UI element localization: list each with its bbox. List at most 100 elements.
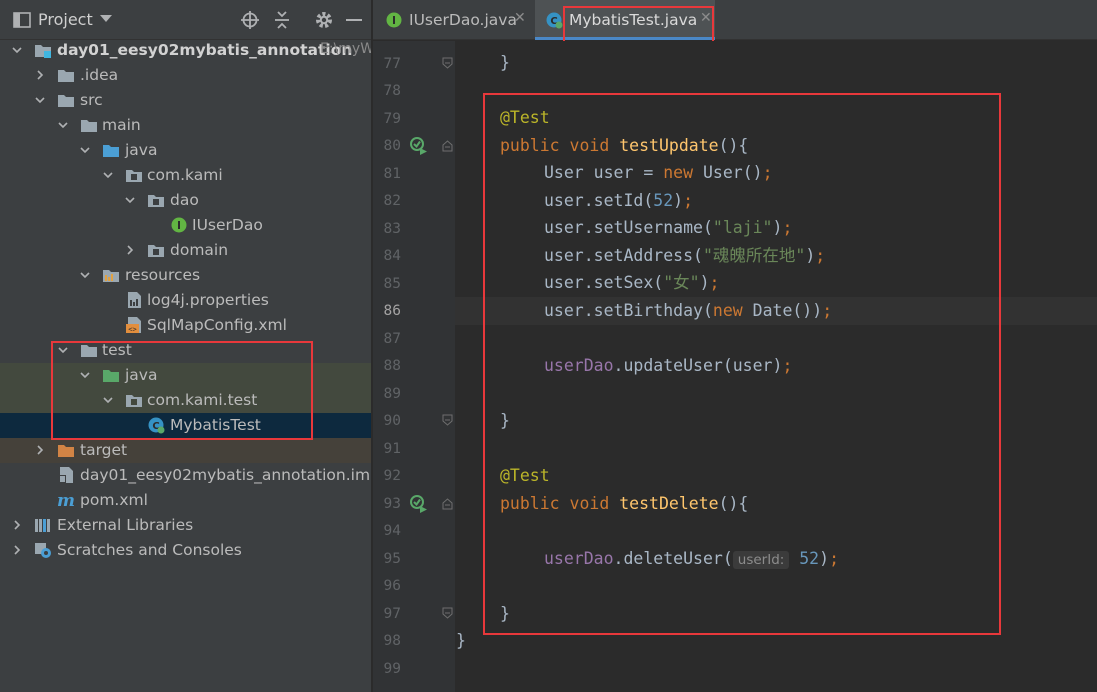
module-folder-icon [35, 45, 51, 58]
test-class-icon: C [148, 417, 165, 434]
package-icon [148, 245, 164, 257]
tree-item-domain[interactable]: domain [0, 238, 371, 263]
code-token: 52 [653, 191, 674, 210]
tree-item-sqlmapconfig[interactable]: <> SqlMapConfig.xml [0, 313, 371, 338]
tree-item-com-kami-test[interactable]: com.kami.test [0, 388, 371, 413]
chevron-down-icon[interactable] [101, 393, 115, 407]
tree-item-resources[interactable]: resources [0, 263, 371, 288]
fold-marker-icon[interactable] [442, 498, 453, 510]
tree-item-test-java[interactable]: java [0, 363, 371, 388]
code-line-98: } [456, 630, 466, 652]
svg-text:m: m [57, 491, 75, 509]
tree-item-main[interactable]: main [0, 113, 371, 138]
code-token: public void [500, 136, 620, 155]
tree-item-label: log4j.properties [147, 291, 269, 309]
hide-panel-icon[interactable] [344, 10, 364, 30]
line-number: 84 [383, 248, 401, 264]
tree-item-com-kami[interactable]: com.kami [0, 163, 371, 188]
chevron-down-icon[interactable] [123, 193, 137, 207]
tree-item-main-java[interactable]: java [0, 138, 371, 163]
project-panel-title[interactable]: Project [38, 10, 93, 29]
tree-item-label: MybatisTest [170, 416, 261, 434]
code-token: "laji" [712, 218, 773, 237]
tree-item-label: java [125, 366, 158, 384]
close-icon[interactable]: ✕ [514, 10, 526, 26]
chevron-down-icon[interactable] [56, 343, 70, 357]
fold-marker-icon[interactable] [442, 607, 453, 619]
tree-item-label: IUserDao [192, 216, 263, 234]
tab-mybatistest[interactable]: C MybatisTest.java ✕ [535, 0, 715, 40]
line-number: 79 [383, 111, 401, 127]
chevron-down-icon[interactable] [56, 118, 70, 132]
tree-item-idea[interactable]: .idea [0, 63, 371, 88]
tree-item-test[interactable]: test [0, 338, 371, 363]
chevron-down-icon[interactable] [78, 143, 92, 157]
tree-item-external-libraries[interactable]: External Libraries [0, 513, 371, 538]
code-token: ; [782, 218, 793, 237]
chevron-down-icon[interactable] [100, 15, 112, 22]
chevron-down-icon[interactable] [101, 168, 115, 182]
test-class-icon: C [546, 12, 563, 29]
gear-icon[interactable] [314, 10, 334, 30]
tree-item-target[interactable]: target [0, 438, 371, 463]
tree-item-iuserdao[interactable]: IUserDao [0, 213, 371, 238]
code-token: ; [822, 301, 833, 320]
line-number: 82 [383, 193, 401, 209]
maven-icon: m [57, 491, 75, 509]
code-token: } [500, 411, 510, 430]
chevron-right-icon[interactable] [123, 243, 137, 257]
code-editor[interactable]: 76 77 78 79 80 81 82 83 84 85 86 87 88 8… [373, 41, 1097, 692]
tree-item-label: pom.xml [80, 491, 148, 509]
line-number: 78 [383, 83, 401, 99]
code-line-88: userDao.updateUser(user); [544, 355, 792, 377]
tree-item-dao[interactable]: dao [0, 188, 371, 213]
code-line-90: } [500, 410, 510, 432]
tree-item-src[interactable]: src [0, 88, 371, 113]
iml-file-icon [59, 467, 73, 483]
code-token: ; [683, 191, 694, 210]
chevron-down-icon[interactable] [10, 43, 24, 57]
xml-file-icon: <> [126, 317, 141, 334]
chevron-right-icon[interactable] [10, 518, 24, 532]
run-test-icon[interactable] [409, 494, 429, 514]
tree-item-label: target [80, 441, 128, 459]
tree-item-log4j[interactable]: log4j.properties [0, 288, 371, 313]
code-token: 52 [799, 549, 820, 568]
tab-label: IUserDao.java [409, 11, 517, 29]
chevron-down-icon[interactable] [78, 268, 92, 282]
project-panel-header: Project [0, 0, 371, 40]
active-tab-indicator [535, 37, 715, 40]
chevron-down-icon[interactable] [33, 93, 47, 107]
code-token: ) [805, 246, 816, 265]
tab-iuserdao[interactable]: IUserDao.java ✕ [373, 0, 533, 40]
code-token: Date()) [752, 301, 823, 320]
tree-item-pom[interactable]: m pom.xml [0, 488, 371, 513]
code-line-97: } [500, 603, 510, 625]
project-view-icon[interactable] [12, 10, 32, 30]
locate-file-icon[interactable] [240, 10, 260, 30]
tree-item-label: com.kami.test [147, 391, 258, 409]
close-icon[interactable]: ✕ [700, 10, 712, 26]
chevron-down-icon[interactable] [78, 368, 92, 382]
tree-item-project-root[interactable]: day01_eesy02mybatis_annotation E:\myW [0, 38, 371, 63]
fold-marker-icon[interactable] [442, 140, 453, 152]
collapse-all-icon[interactable] [272, 10, 292, 30]
tree-item-scratches[interactable]: Scratches and Consoles [0, 538, 371, 563]
run-test-icon[interactable] [409, 136, 429, 156]
properties-file-icon [128, 292, 141, 308]
package-icon [148, 195, 164, 207]
chevron-right-icon[interactable] [10, 543, 24, 557]
chevron-right-icon[interactable] [33, 68, 47, 82]
chevron-right-icon[interactable] [33, 443, 47, 457]
fold-marker-icon[interactable] [442, 57, 453, 69]
folder-icon [81, 120, 97, 132]
code-token: user.setAddress( [544, 246, 703, 265]
tree-item-mybatistest[interactable]: C MybatisTest [0, 413, 371, 438]
code-token: ; [829, 549, 839, 568]
line-number: 94 [383, 523, 401, 539]
tree-item-label: .idea [80, 66, 119, 84]
code-line-86[interactable]: user.setBirthday(new Date()); [544, 300, 832, 322]
fold-marker-icon[interactable] [442, 414, 453, 426]
tree-item-iml[interactable]: day01_eesy02mybatis_annotation.iml [0, 463, 371, 488]
code-line-83: user.setUsername("laji"); [544, 217, 792, 239]
